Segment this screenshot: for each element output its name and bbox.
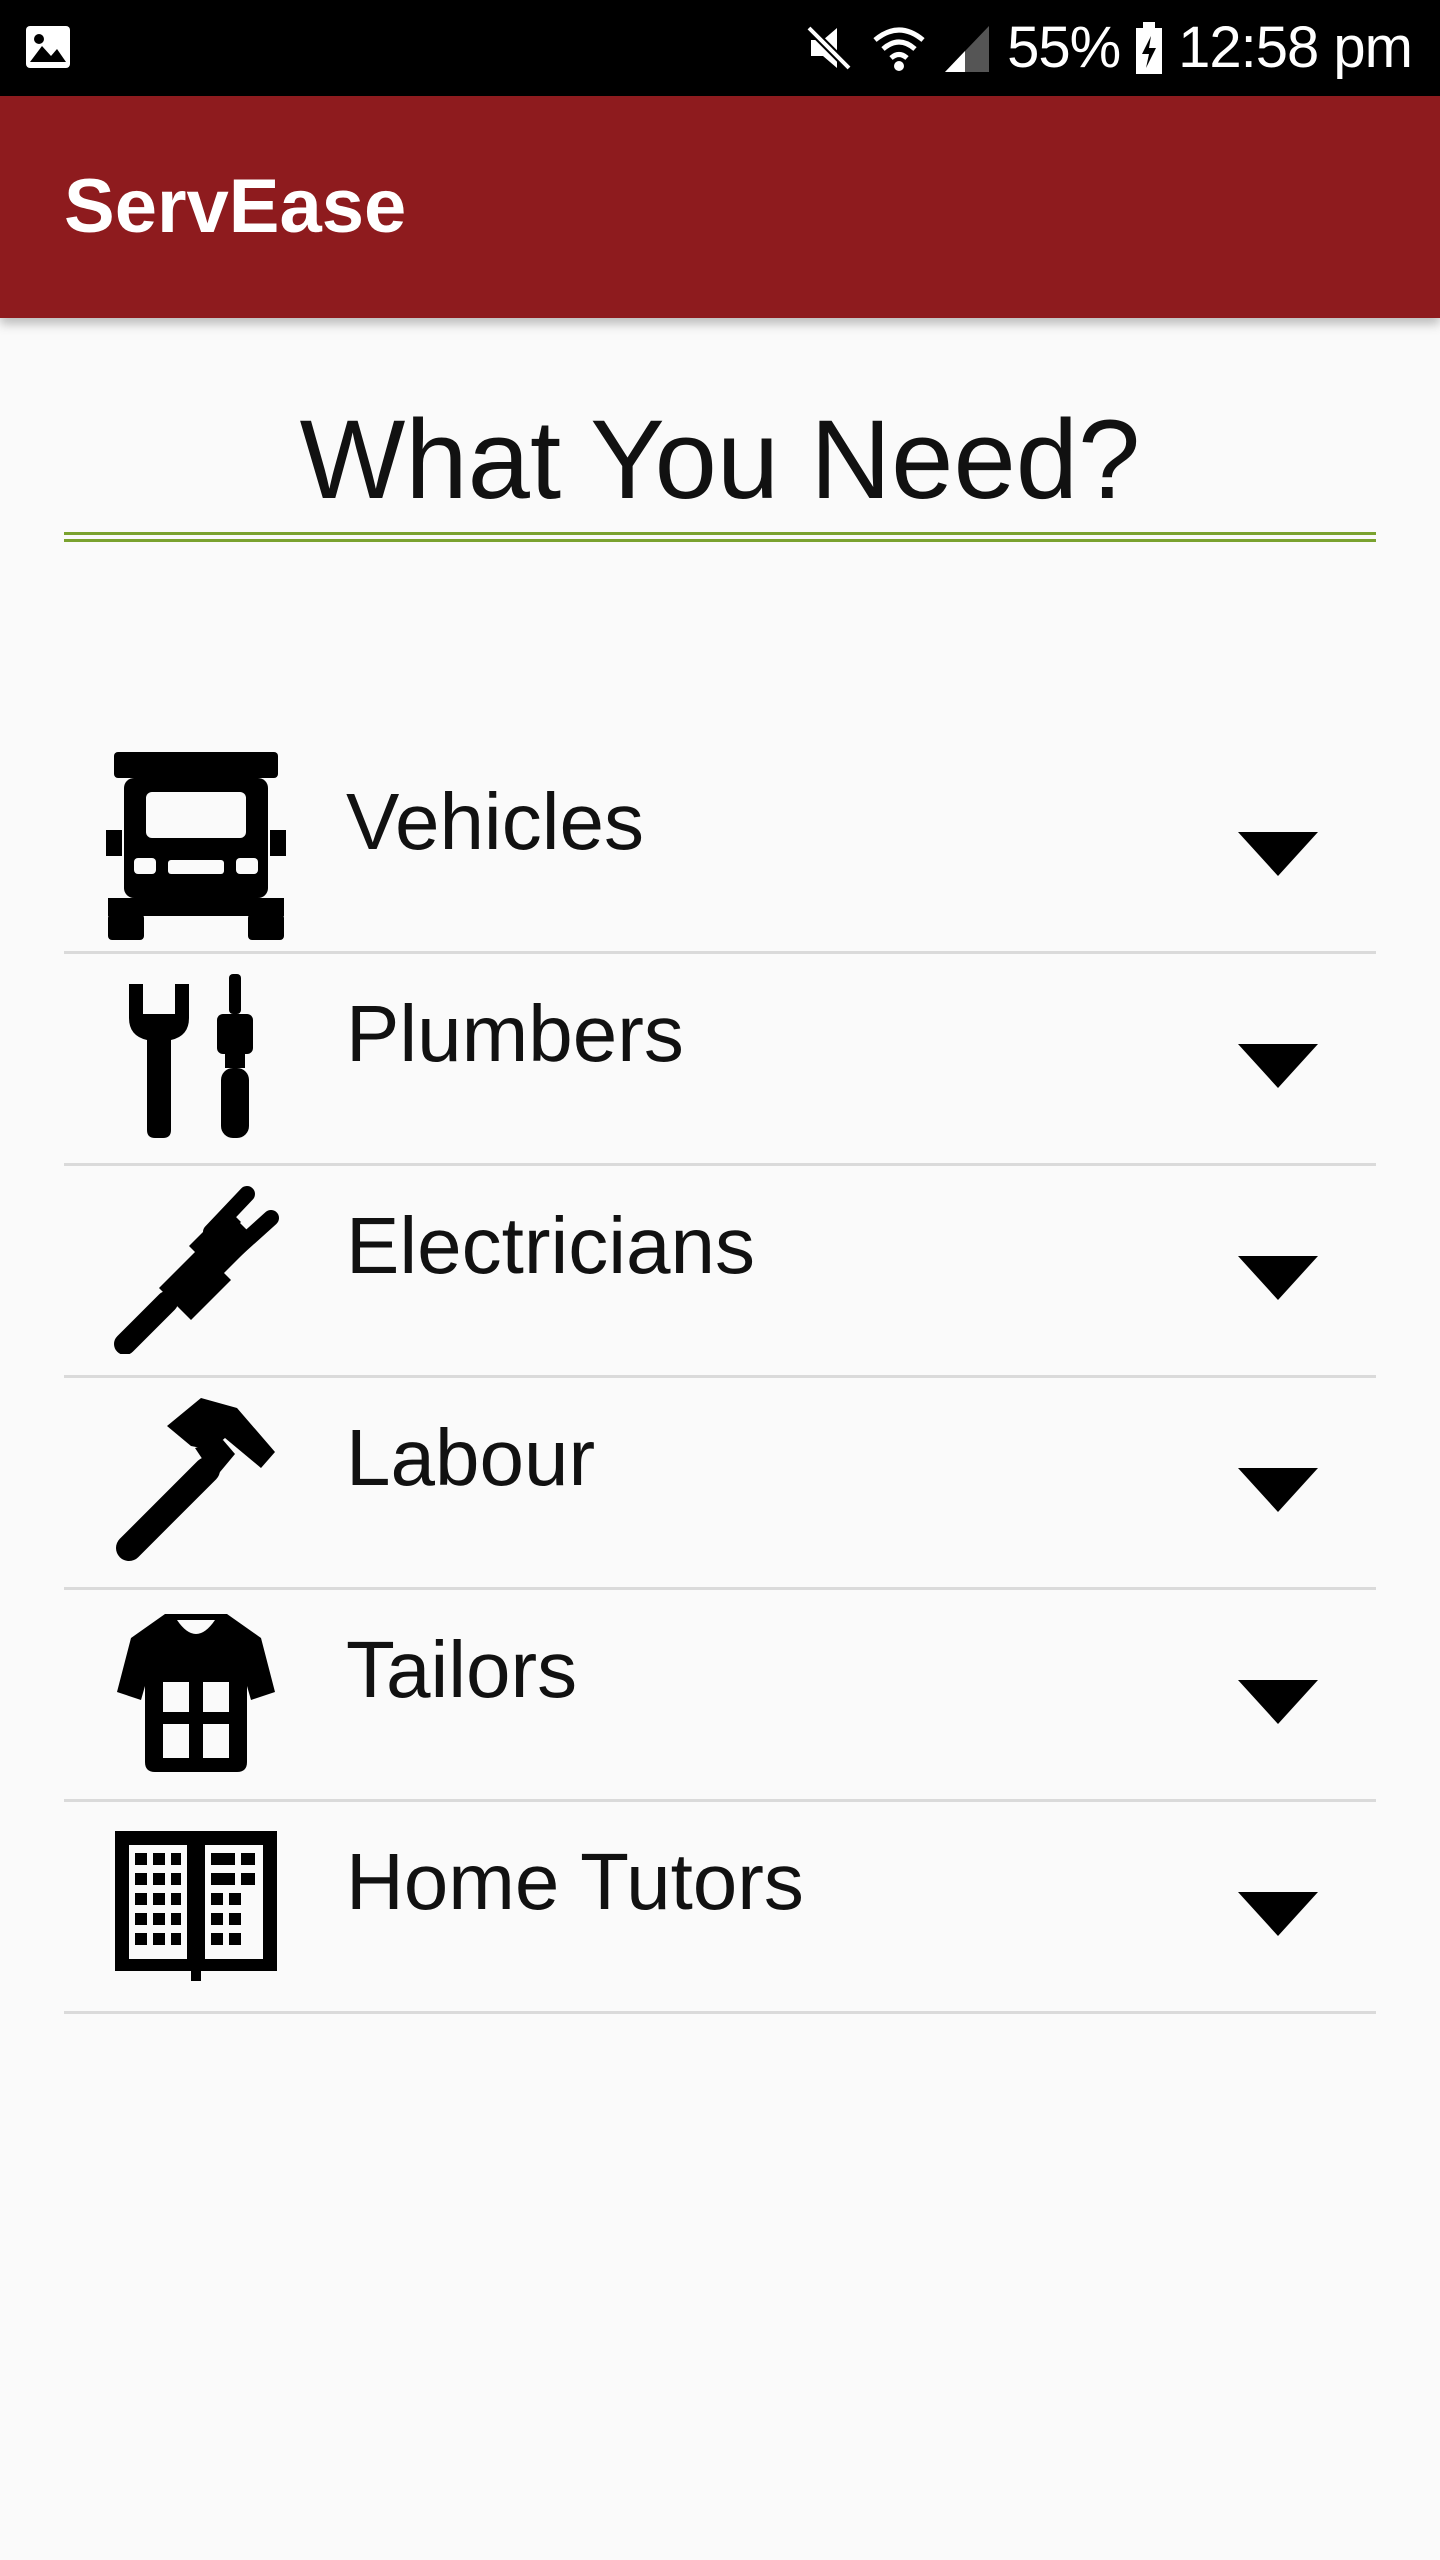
- category-label: Vehicles: [346, 777, 644, 866]
- book-icon: [106, 1810, 286, 2000]
- category-label: Electricians: [346, 1201, 756, 1290]
- app-title: ServEase: [64, 164, 407, 249]
- mute-icon: [804, 23, 854, 73]
- truck-icon: [106, 750, 286, 940]
- category-item-vehicles[interactable]: Vehicles: [64, 742, 1376, 954]
- battery-percent: 55%: [1007, 15, 1121, 80]
- tools-icon: [106, 962, 286, 1152]
- category-label: Plumbers: [346, 989, 684, 1078]
- category-label: Tailors: [346, 1625, 578, 1714]
- shirt-icon: [106, 1598, 286, 1788]
- category-label: Labour: [346, 1413, 596, 1502]
- category-item-home-tutors[interactable]: Home Tutors: [64, 1802, 1376, 2014]
- category-item-tailors[interactable]: Tailors: [64, 1590, 1376, 1802]
- category-list: Vehicles Plumbers Electricians Labour Ta…: [64, 742, 1376, 2014]
- title-divider: [64, 532, 1376, 542]
- chevron-down-icon[interactable]: [1238, 1044, 1318, 1088]
- chevron-down-icon[interactable]: [1238, 832, 1318, 876]
- chevron-down-icon[interactable]: [1238, 1468, 1318, 1512]
- signal-icon: [945, 26, 990, 72]
- category-label: Home Tutors: [346, 1837, 804, 1926]
- chevron-down-icon[interactable]: [1238, 1256, 1318, 1300]
- wifi-icon: [873, 27, 925, 71]
- app-bar: ServEase: [0, 96, 1440, 318]
- chevron-down-icon[interactable]: [1238, 1680, 1318, 1724]
- category-item-labour[interactable]: Labour: [64, 1378, 1376, 1590]
- category-item-plumbers[interactable]: Plumbers: [64, 954, 1376, 1166]
- battery-charging-icon: [1136, 22, 1163, 74]
- page-title: What You Need?: [299, 397, 1141, 522]
- status-time: 12:58 pm: [1178, 15, 1413, 80]
- hammer-icon: [106, 1386, 286, 1576]
- category-item-electricians[interactable]: Electricians: [64, 1166, 1376, 1378]
- plug-icon: [106, 1174, 286, 1364]
- gallery-icon: [26, 26, 70, 68]
- status-bar: 55% 12:58 pm: [0, 0, 1440, 96]
- chevron-down-icon[interactable]: [1238, 1892, 1318, 1936]
